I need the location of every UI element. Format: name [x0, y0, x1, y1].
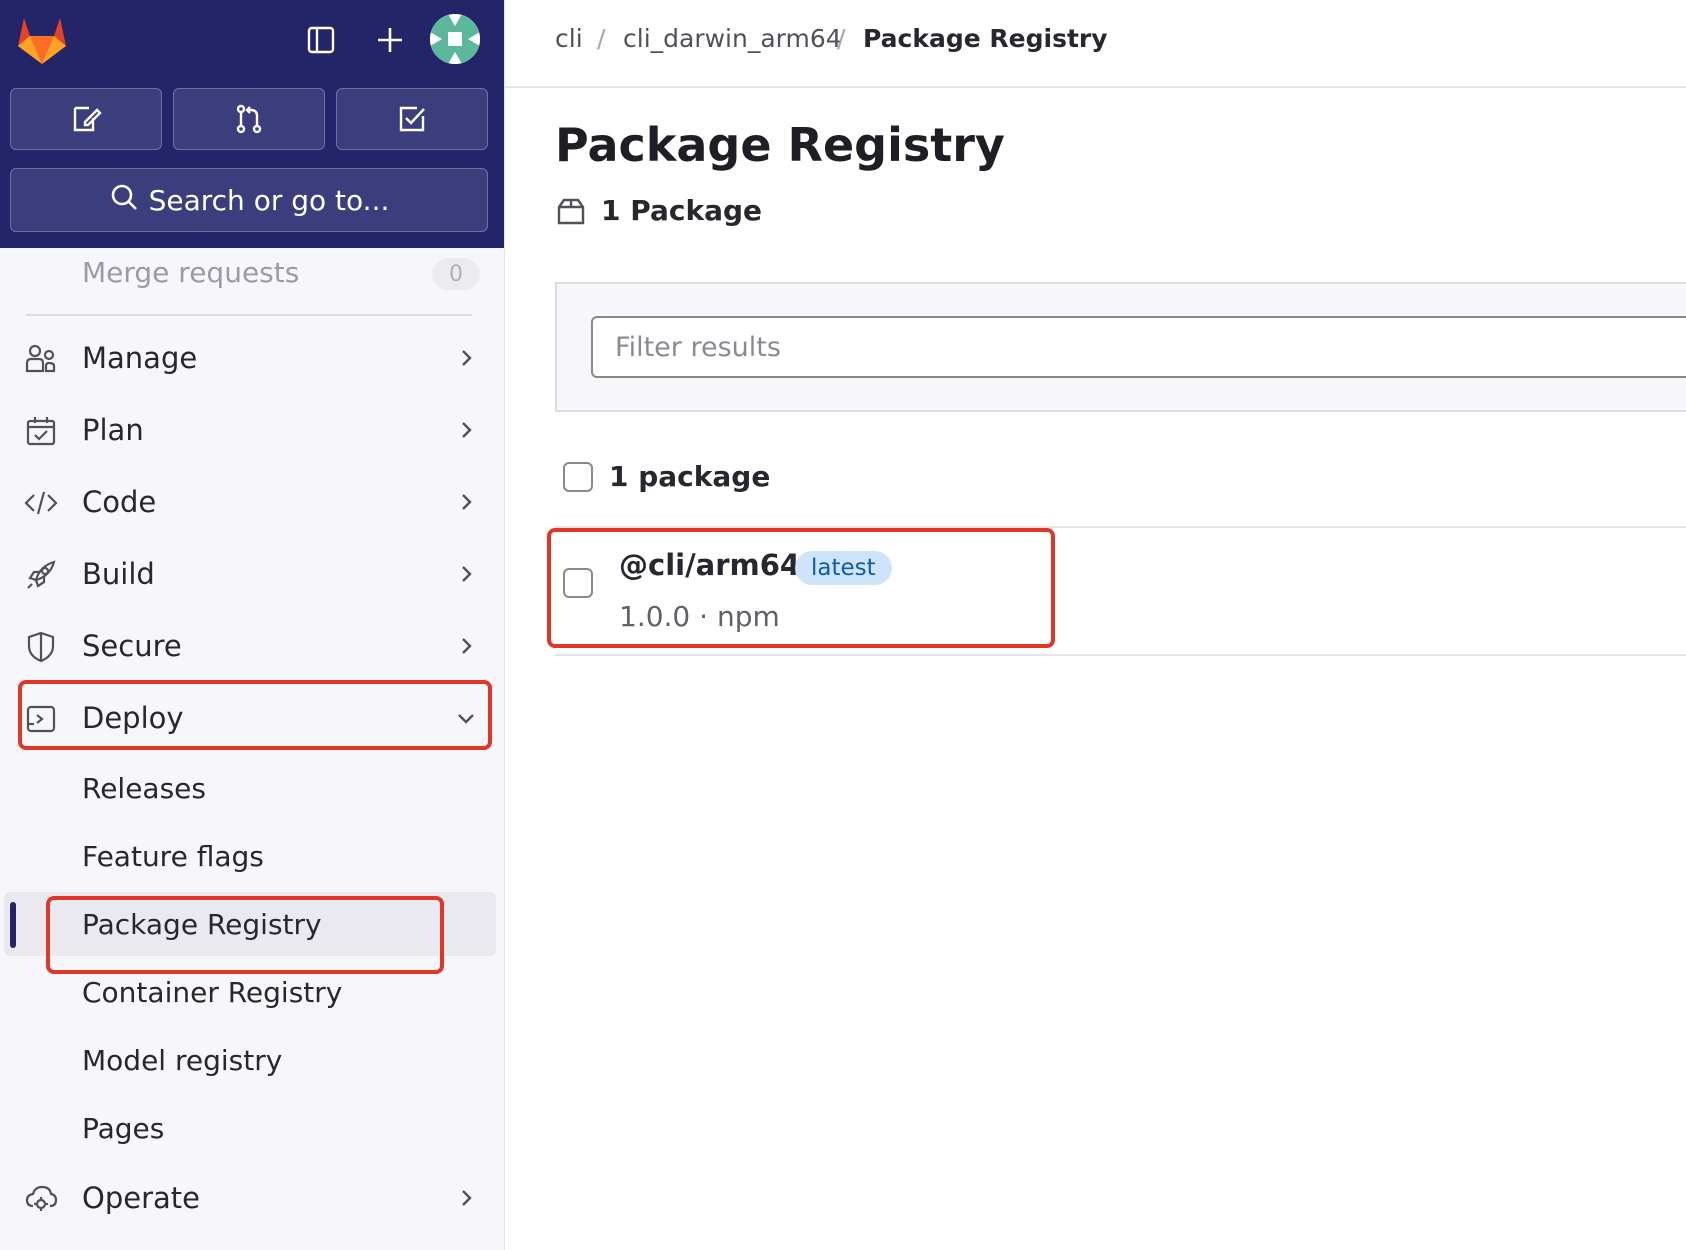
user-avatar[interactable] [430, 14, 480, 64]
sidebar-item-build[interactable]: Build [0, 544, 504, 604]
sidebar-subitem-feature-flags[interactable]: Feature flags [82, 840, 264, 873]
filter-input[interactable] [591, 316, 1686, 378]
sidebar-item-label: Secure [82, 629, 182, 663]
chevron-right-icon [462, 638, 472, 654]
chevron-down-icon [458, 714, 474, 724]
sidebar-item-deploy[interactable]: Deploy [0, 688, 504, 748]
page-title: Package Registry [555, 118, 1005, 172]
sidebar-subitem-pages[interactable]: Pages [82, 1112, 164, 1145]
issues-button[interactable] [10, 88, 162, 150]
sidebar-item-label: Build [82, 557, 155, 591]
package-version-type: 1.0.0 · npm [619, 600, 780, 633]
select-all-checkbox[interactable] [563, 462, 593, 492]
main-content: cli / cli_darwin_arm64 / Package Registr… [505, 0, 1686, 1250]
nav-merge-requests[interactable]: Merge requests [82, 256, 299, 289]
chevron-right-icon [462, 350, 472, 366]
sidebar-item-code[interactable]: Code [0, 472, 504, 532]
filter-bar [555, 282, 1686, 412]
package-row-checkbox[interactable] [563, 568, 593, 598]
sidebar-divider [26, 314, 472, 316]
shield-icon [27, 631, 55, 663]
todo-button[interactable] [336, 88, 488, 150]
search-label: Search or go to... [148, 183, 390, 217]
sidebar-subitem-model-registry[interactable]: Model registry [82, 1044, 282, 1077]
breadcrumb-item-group[interactable]: cli [555, 24, 583, 53]
active-item-indicator [10, 902, 16, 948]
package-count: 1 Package [555, 194, 762, 227]
sidebar-item-label: Manage [82, 341, 198, 375]
sidebar-item-label: Deploy [82, 701, 184, 735]
users-icon [25, 344, 56, 373]
sidebar-subitem-package-registry[interactable]: Package Registry [82, 908, 322, 941]
package-tag-badge: latest [795, 551, 892, 585]
package-name-link[interactable]: @cli/arm64 [619, 548, 800, 582]
code-icon [24, 491, 58, 515]
chevron-right-icon [462, 1190, 472, 1206]
breadcrumb-item-current[interactable]: Package Registry [863, 24, 1108, 53]
sidebar-subitem-releases[interactable]: Releases [82, 772, 206, 805]
sidebar-item-operate[interactable]: Operate [0, 1168, 504, 1228]
sidebar-item-plan[interactable]: Plan [0, 400, 504, 460]
sidebar-item-manage[interactable]: Manage [0, 328, 504, 388]
package-count-label: 1 Package [601, 194, 763, 227]
chevron-right-icon [462, 494, 472, 510]
search-button[interactable]: Search or go to... [10, 168, 488, 232]
sidebar-subitem-container-registry[interactable]: Container Registry [82, 976, 342, 1009]
deploy-icon [26, 705, 56, 733]
sidebar-header: Search or go to... [0, 0, 504, 248]
sidebar-item-label: Code [82, 485, 157, 519]
breadcrumb-separator: / [597, 24, 606, 53]
search-icon [109, 182, 139, 219]
sidebar-item-label: Plan [82, 413, 144, 447]
merge-requests-button[interactable] [173, 88, 325, 150]
merge-requests-count-badge: 0 [432, 258, 480, 290]
rocket-icon [27, 560, 56, 589]
sidebar-toggle-icon[interactable] [297, 16, 345, 64]
breadcrumb: cli / cli_darwin_arm64 / Package Registr… [505, 0, 1686, 88]
chevron-right-icon [462, 422, 472, 438]
breadcrumb-separator: / [837, 24, 846, 53]
row-divider [555, 526, 1686, 528]
chevron-right-icon [462, 566, 472, 582]
cloud-gear-icon [25, 1185, 58, 1211]
plus-icon[interactable] [366, 16, 414, 64]
sidebar-item-secure[interactable]: Secure [0, 616, 504, 676]
row-divider [555, 654, 1686, 656]
breadcrumb-item-project[interactable]: cli_darwin_arm64 [623, 24, 842, 53]
gitlab-logo-icon[interactable] [14, 14, 70, 66]
calendar-icon [26, 417, 56, 446]
package-icon [557, 198, 585, 224]
sidebar: Search or go to... Merge requests 0 Mana… [0, 0, 505, 1250]
sidebar-item-label: Operate [82, 1181, 200, 1215]
list-header-count: 1 package [609, 460, 771, 493]
